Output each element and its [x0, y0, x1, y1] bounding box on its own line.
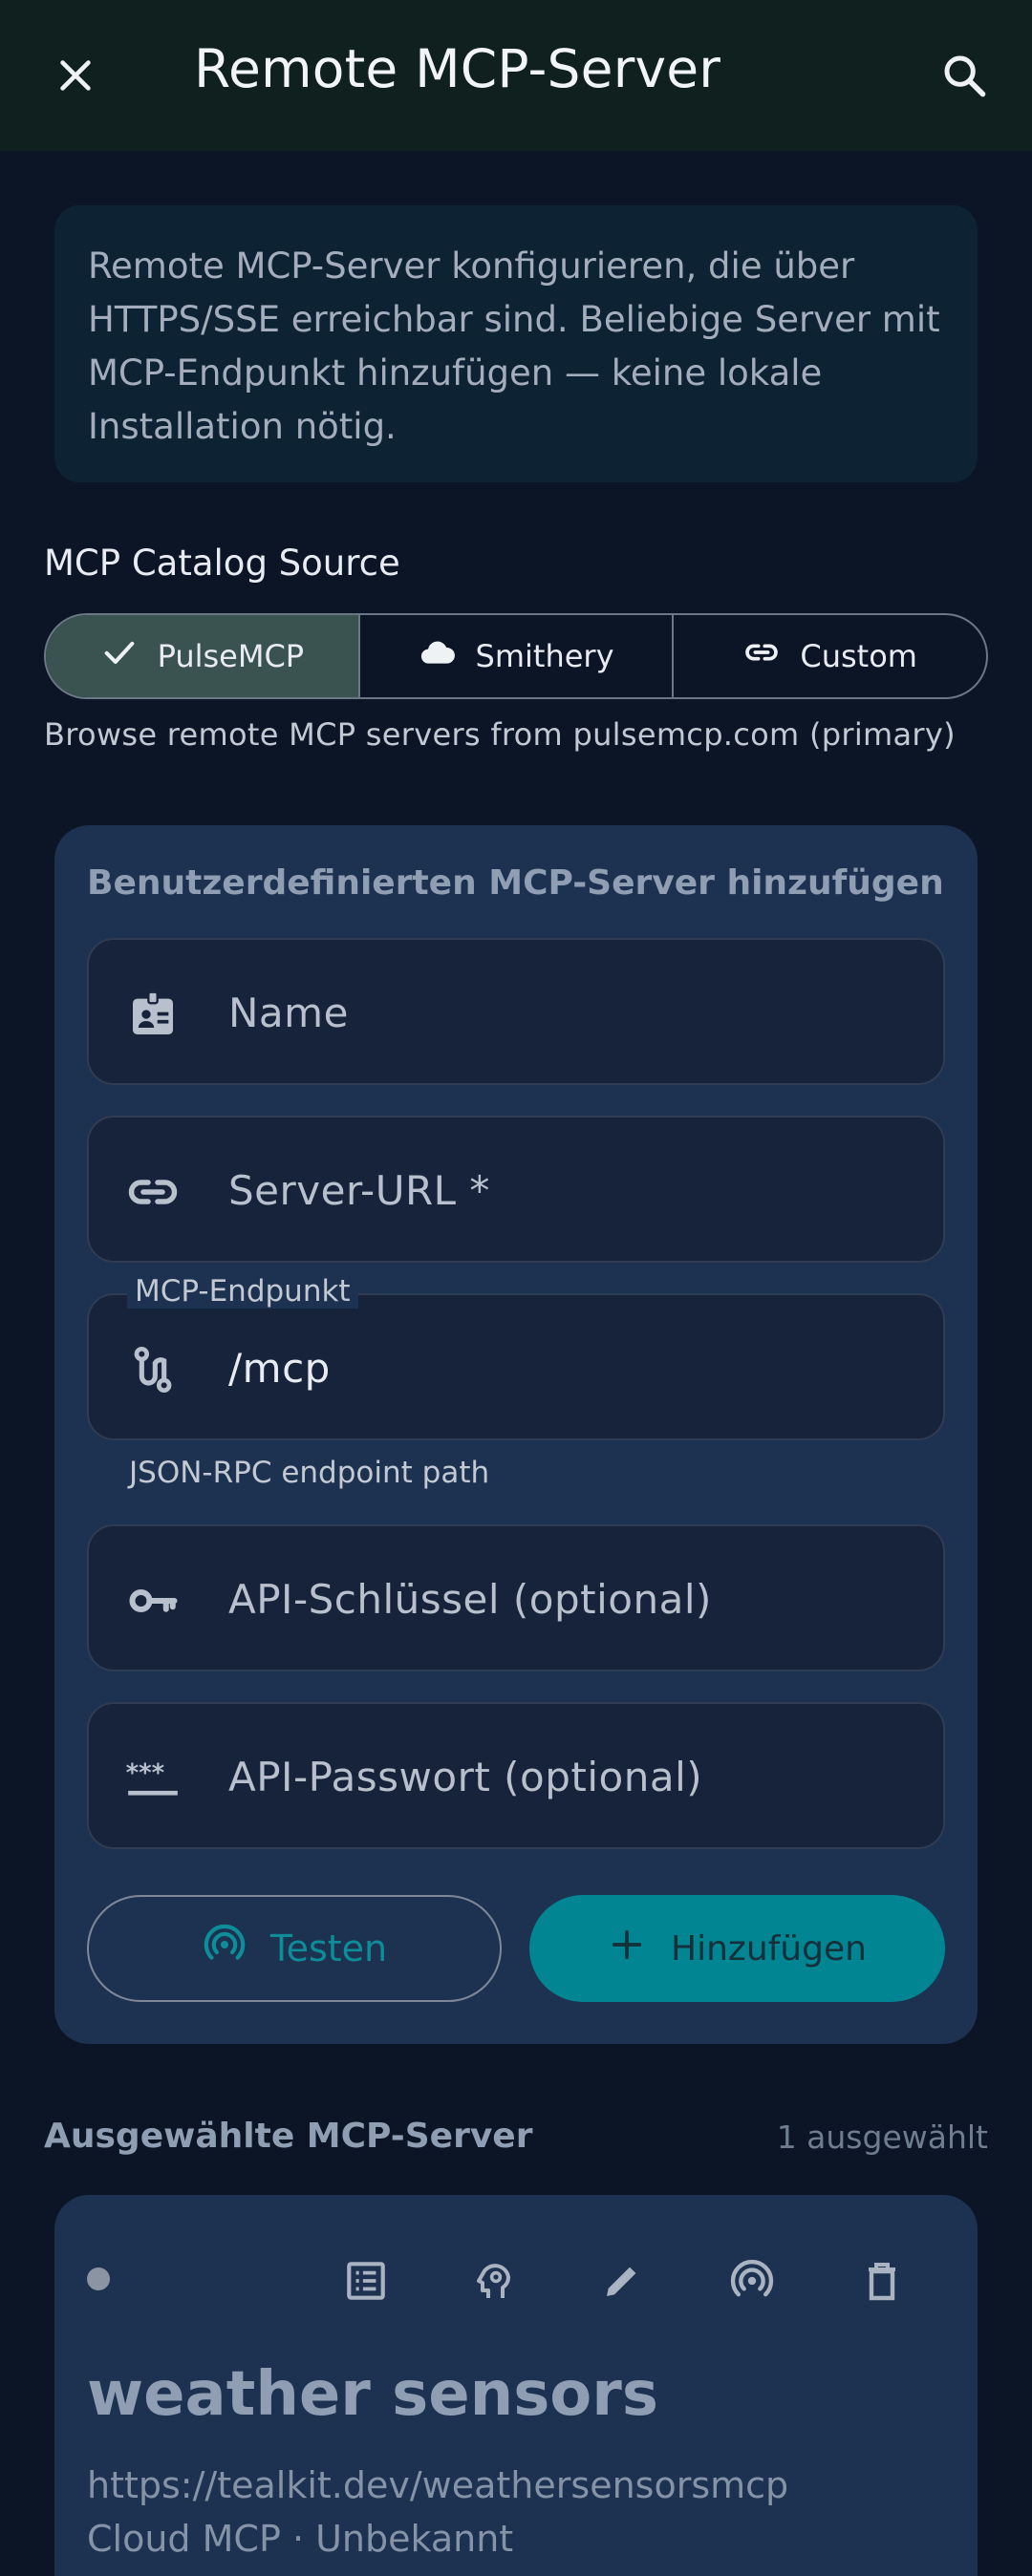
close-icon[interactable]: [46, 46, 105, 105]
endpoint-helper: JSON-RPC endpoint path: [129, 1456, 490, 1490]
catalog-source-label: MCP Catalog Source: [44, 543, 400, 584]
api-password-input[interactable]: API-Passwort (optional): [228, 1754, 702, 1800]
page-title: Remote MCP-Server: [194, 38, 721, 99]
catalog-description: Browse remote MCP servers from pulsemcp.…: [44, 716, 956, 753]
link-icon: [742, 633, 781, 679]
signal-icon: [202, 1922, 247, 1976]
server-url: https://tealkit.dev/weathersensorsmcp: [87, 2464, 789, 2506]
list-icon[interactable]: [335, 2250, 397, 2311]
server-card[interactable]: weather sensors https://tealkit.dev/weat…: [54, 2195, 978, 2576]
signal-icon[interactable]: [721, 2250, 783, 2311]
endpoint-field[interactable]: /mcp: [87, 1293, 945, 1440]
edit-icon[interactable]: [591, 2250, 653, 2311]
segment-pulsemcp[interactable]: PulseMCP: [46, 615, 360, 697]
app-bar: Remote MCP-Server: [0, 0, 1032, 151]
svg-text:***: ***: [126, 1759, 165, 1788]
server-url-input[interactable]: Server-URL *: [228, 1167, 490, 1214]
segment-smithery[interactable]: Smithery: [360, 615, 675, 697]
status-dot: [87, 2267, 110, 2290]
endpoint-label: MCP-Endpunkt: [127, 1274, 358, 1309]
api-key-field[interactable]: API-Schlüssel (optional): [87, 1524, 945, 1671]
psychology-icon[interactable]: [463, 2250, 525, 2311]
add-button-label: Hinzufügen: [671, 1928, 867, 1969]
route-icon: [123, 1340, 183, 1399]
name-field[interactable]: Name: [87, 938, 945, 1085]
server-meta: Cloud MCP · Unbekannt: [87, 2518, 514, 2560]
link-icon: [123, 1162, 183, 1222]
search-icon[interactable]: [935, 46, 994, 105]
form-title: Benutzerdefinierten MCP-Server hinzufüge…: [87, 863, 944, 903]
catalog-source-selector: PulseMCP Smithery Custom: [44, 613, 988, 699]
test-button-label: Testen: [269, 1927, 388, 1969]
cloud-icon: [419, 633, 457, 679]
api-key-input[interactable]: API-Schlüssel (optional): [228, 1576, 712, 1623]
delete-icon[interactable]: [851, 2250, 913, 2311]
plus-icon: [608, 1926, 646, 1972]
selected-count: 1 ausgewählt: [776, 2118, 988, 2156]
add-button[interactable]: Hinzufügen: [529, 1895, 945, 2002]
password-icon: ***: [123, 1749, 183, 1808]
add-server-card: Benutzerdefinierten MCP-Server hinzufüge…: [54, 825, 978, 2044]
info-card: Remote MCP-Server konfigurieren, die übe…: [54, 205, 978, 482]
endpoint-input[interactable]: /mcp: [228, 1345, 331, 1392]
badge-icon: [123, 985, 183, 1044]
segment-custom[interactable]: Custom: [674, 615, 986, 697]
test-button[interactable]: Testen: [87, 1895, 502, 2002]
key-icon: [123, 1571, 183, 1630]
segment-label: Custom: [800, 638, 917, 674]
segment-label: Smithery: [475, 638, 614, 674]
info-text: Remote MCP-Server konfigurieren, die übe…: [88, 245, 940, 447]
server-name: weather sensors: [87, 2359, 658, 2430]
check-icon: [100, 633, 139, 679]
api-password-field[interactable]: *** API-Passwort (optional): [87, 1702, 945, 1849]
server-url-field[interactable]: Server-URL *: [87, 1116, 945, 1263]
name-input[interactable]: Name: [228, 990, 349, 1036]
segment-label: PulseMCP: [157, 638, 305, 674]
selected-servers-label: Ausgewählte MCP-Server: [44, 2117, 533, 2156]
